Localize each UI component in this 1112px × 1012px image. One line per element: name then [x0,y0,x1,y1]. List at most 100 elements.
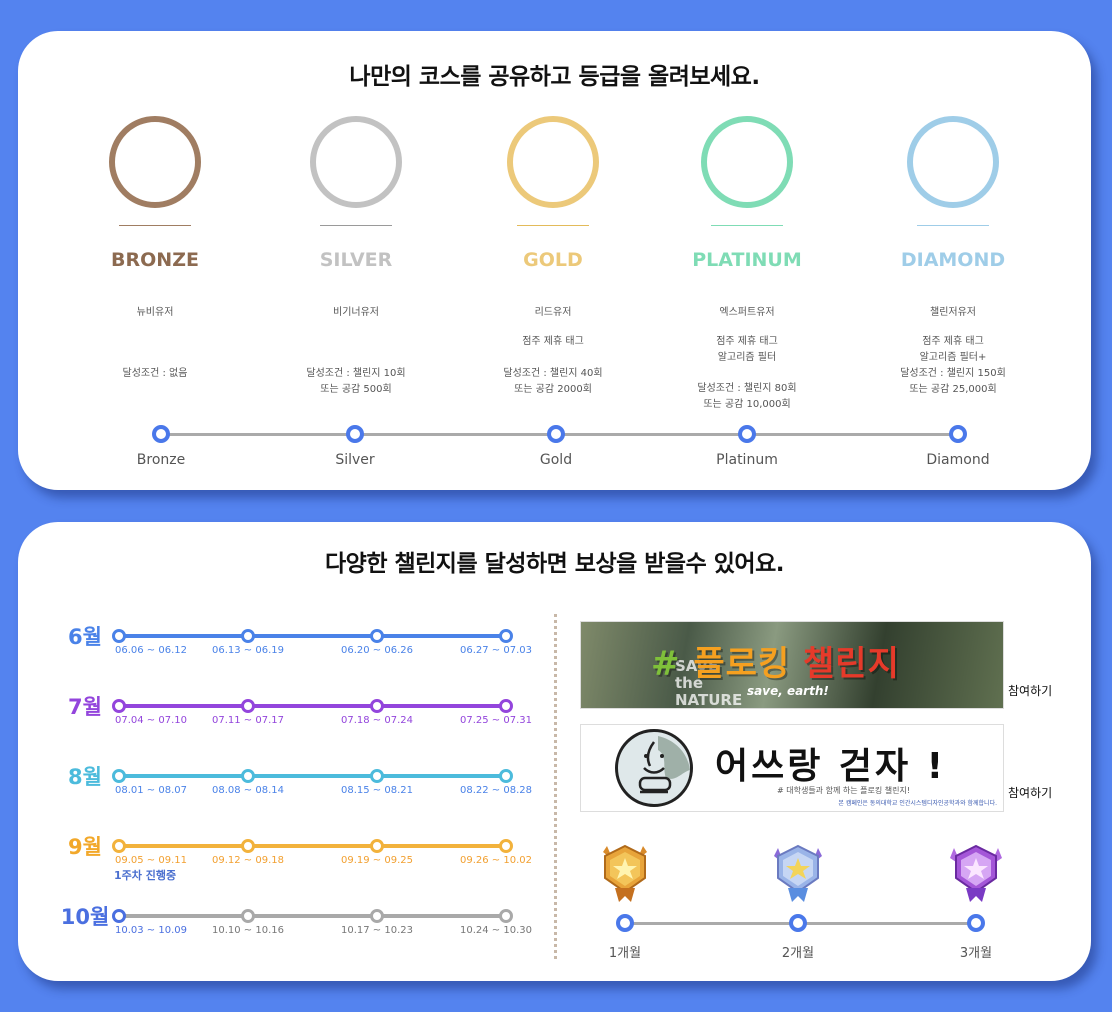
reward-progress-node[interactable] [616,914,634,932]
hash-mark: # [651,644,681,684]
tier-ring-icon [907,116,999,208]
week-node[interactable] [241,909,255,923]
tier-subtitle: 챌린저유저 [930,307,976,318]
reward-progress-label: 1개월 [608,946,642,961]
month-row: 6월 06.06 ~ 06.12 06.13 ~ 06.19 06.20 ~ 06.2… [18,617,538,667]
week-node[interactable] [370,699,384,713]
week-node[interactable] [112,769,126,783]
tier-name: PLATINUM [692,249,802,271]
week-range: 10.17 ~ 10.23 [341,925,413,936]
week-node[interactable] [241,699,255,713]
tier-subtitle: 엑스퍼트유저 [719,307,775,318]
tier-progress-label: Diamond [926,452,990,468]
tier-ring-icon [507,116,599,208]
week-node[interactable] [241,839,255,853]
tier-progress-label: Platinum [716,452,778,468]
tier-condition: 달성조건 : 챌린지 40회 또는 공감 2000회 [503,368,603,395]
tier-perks: 점주 제휴 태그 [522,336,584,347]
week-range: 08.15 ~ 08.21 [341,785,413,796]
week-range: 10.10 ~ 10.16 [212,925,284,936]
week-range: 08.08 ~ 08.14 [212,785,284,796]
tier-condition: 달성조건 : 챌린지 150회 또는 공감 25,000회 [900,368,1006,395]
week-node[interactable] [499,839,513,853]
week-node[interactable] [499,909,513,923]
tier-subtitle: 뉴비유저 [136,307,174,318]
week-range: 06.06 ~ 06.12 [115,645,187,656]
week-node[interactable] [112,909,126,923]
tier-progress-node[interactable] [547,425,565,443]
plogging-word: 플로킹 [693,644,791,684]
week-node[interactable] [112,699,126,713]
tier-ring-icon [701,116,793,208]
join-walk-button[interactable]: 참여하기 [1008,784,1052,801]
join-plogging-button[interactable]: 참여하기 [1008,682,1052,699]
week-node[interactable] [499,769,513,783]
reward-progress-node[interactable] [967,914,985,932]
tier-progress-node[interactable] [738,425,756,443]
challenge-card: 다양한 챌린지를 달성하면 보상을 받을수 있어요. 6월 06.06 ~ 06.… [18,522,1091,981]
purple-medal-icon [950,844,1002,902]
earth-logo-icon [615,729,693,807]
month-line [119,844,506,848]
tier-subtitle: 비기너유저 [333,307,379,318]
tier-divider [517,225,589,226]
week-node[interactable] [499,629,513,643]
tier-divider [917,225,989,226]
tier-divider [119,225,191,226]
tier-condition: 달성조건 : 챌린지 80회 또는 공감 10,000회 [697,383,797,410]
tier-divider [320,225,392,226]
tier-name: SILVER [319,249,393,271]
week-range: 08.22 ~ 08.28 [460,785,532,796]
week-node[interactable] [112,839,126,853]
week-range: 07.11 ~ 07.17 [212,715,284,726]
week-node[interactable] [112,629,126,643]
month-line [119,914,506,918]
week-node[interactable] [241,629,255,643]
tier-progress-node[interactable] [152,425,170,443]
tier-progress-node[interactable] [346,425,364,443]
walk-challenge-banner[interactable]: 어쓰랑 걷자 ! # 대학생들과 함께 하는 플로킹 챌린지! 본 캠페인은 동… [580,724,1004,812]
challenge-word: 챌린지 [803,644,900,684]
tier-condition: 달성조건 : 챌린지 10회 또는 공감 500회 [306,368,406,395]
week-node[interactable] [241,769,255,783]
week-node[interactable] [370,839,384,853]
walk-credit: 본 캠페인은 동의대학교 인간시스템디자인공학과와 함께합니다. [838,800,997,807]
walk-title: 어쓰랑 걷자 ! [715,746,947,787]
tier-divider [711,225,783,226]
week-node[interactable] [370,909,384,923]
week-range: 09.12 ~ 09.18 [212,855,284,866]
reward-progress-label: 2개월 [781,946,815,961]
tier-name: BRONZE [111,249,199,271]
week-range: 10.24 ~ 10.30 [460,925,532,936]
week-node[interactable] [370,769,384,783]
week-range: 07.04 ~ 07.10 [115,715,187,726]
tier-perks: 점주 제휴 태그 알고리즘 필터+ [919,336,987,363]
section-divider [554,614,557,959]
week-range: 06.13 ~ 06.19 [212,645,284,656]
tier-progress-label: Gold [539,452,573,468]
month-row: 9월 09.05 ~ 09.11 09.12 ~ 09.18 09.19 ~ 09.2… [18,827,538,877]
tier-progress-label: Bronze [136,452,186,468]
plogging-subtitle: save, earth! [747,684,829,698]
reward-progress-node[interactable] [789,914,807,932]
tier-progress-label: Silver [335,452,375,468]
plogging-challenge-banner[interactable]: SAVE the NATURE # 플로킹 챌린지 save, earth! [580,621,1004,709]
week-range: 08.01 ~ 08.07 [115,785,187,796]
week-range: 07.18 ~ 07.24 [341,715,413,726]
month-row: 1주차 진행중 10월 10.03 ~ 10.09 10.10 ~ 10.16 10.1… [18,869,538,947]
week-range: 10.03 ~ 10.09 [115,925,187,936]
week-node[interactable] [370,629,384,643]
tier-section-title: 나만의 코스를 공유하고 등급을 올려보세요. [349,64,760,90]
challenge-section-title: 다양한 챌린지를 달성하면 보상을 받을수 있어요. [325,551,784,577]
tier-name: DIAMOND [900,249,1006,271]
tier-card: 나만의 코스를 공유하고 등급을 올려보세요. BRONZE 뉴비유저달성조건 :… [18,31,1091,490]
week-range: 09.26 ~ 10.02 [460,855,532,866]
tier-progress-node[interactable] [949,425,967,443]
month-row: 7월 07.04 ~ 07.10 07.11 ~ 07.17 07.18 ~ 07.2… [18,687,538,737]
week-range: 06.27 ~ 07.03 [460,645,532,656]
month-line [119,704,506,708]
week-range: 07.25 ~ 07.31 [460,715,532,726]
plogging-title: # 플로킹 챌린지 [651,636,900,685]
month-line [119,634,506,638]
week-node[interactable] [499,699,513,713]
